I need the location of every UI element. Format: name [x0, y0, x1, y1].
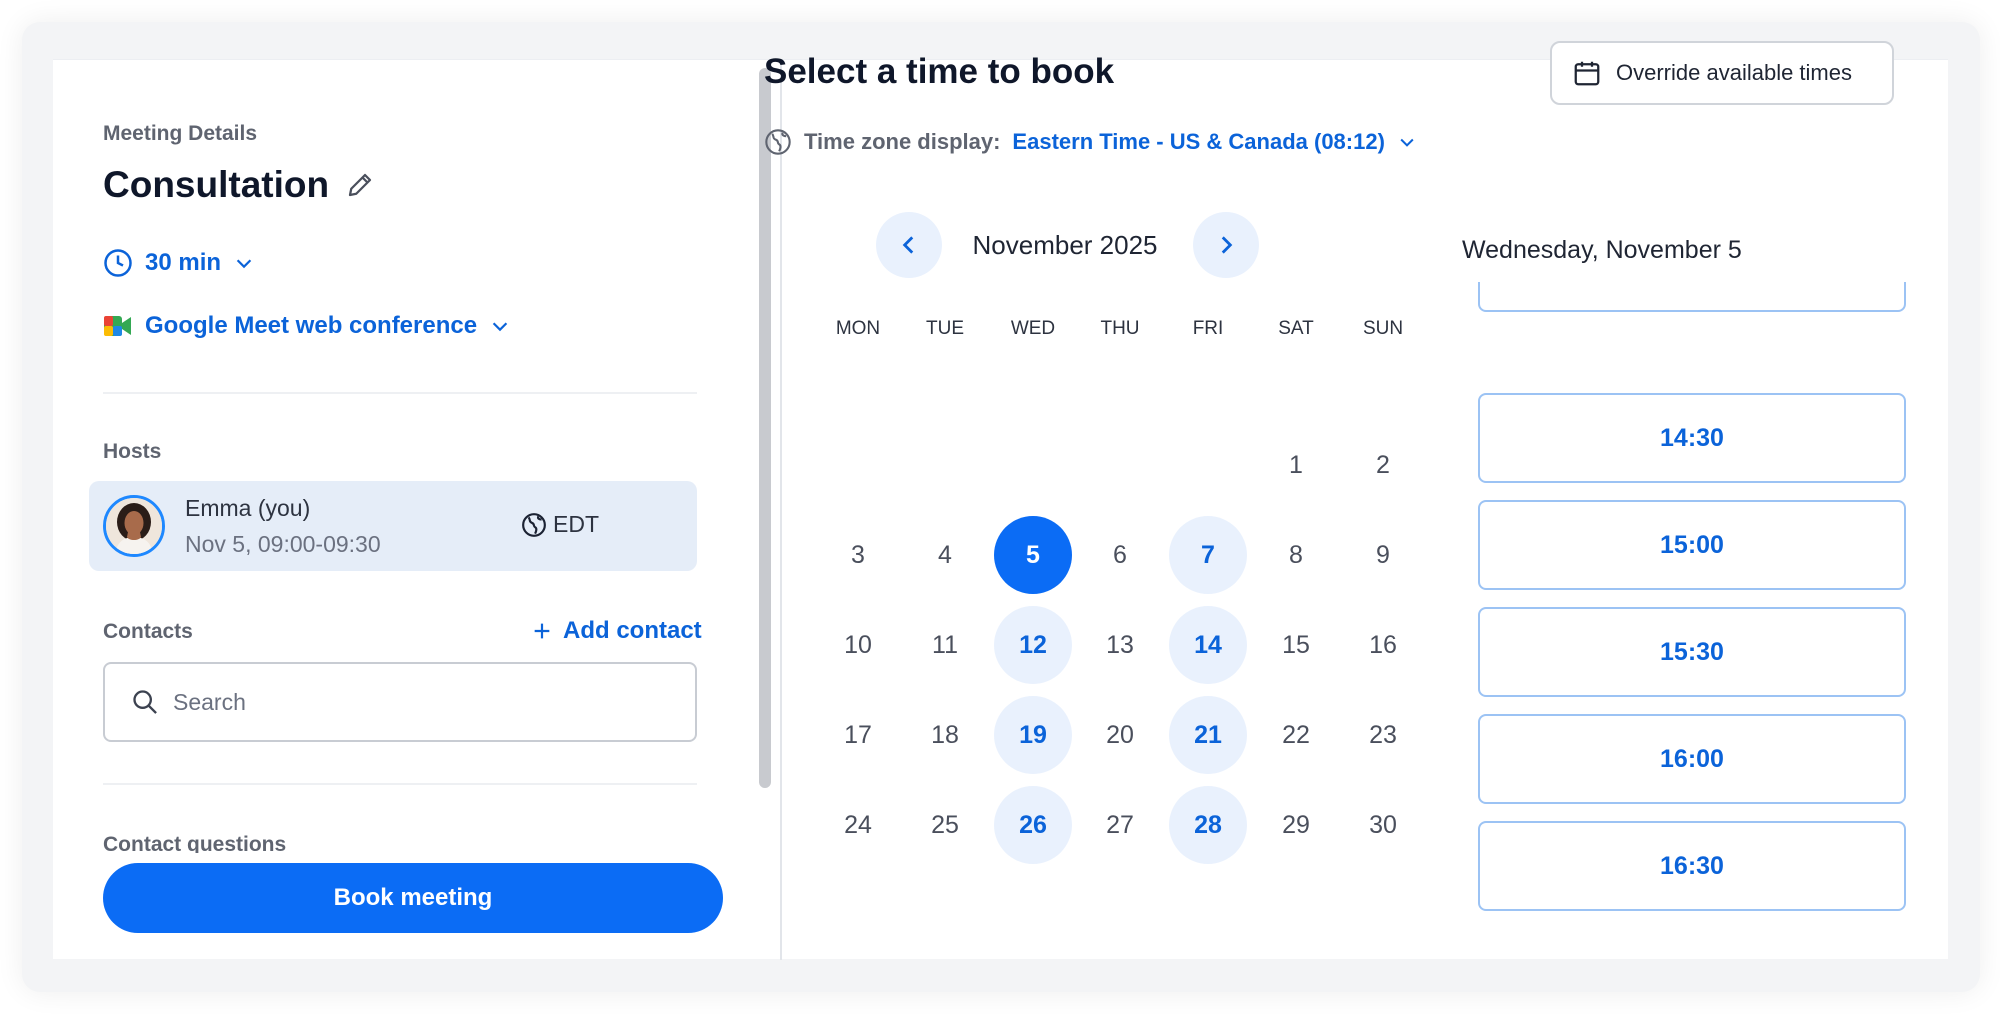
contact-questions-label: Contact questions [103, 833, 287, 853]
search-icon [133, 690, 157, 714]
calendar-day: 1 [1289, 450, 1303, 479]
calendar-day-available[interactable]: 19 [994, 696, 1072, 774]
google-meet-icon [104, 316, 131, 336]
weekday-label: FRI [1192, 318, 1224, 339]
timezone-label: Time zone display: [804, 129, 1001, 154]
override-times-button[interactable]: Override available times [1550, 41, 1894, 105]
chevron-left-icon [902, 236, 914, 254]
host-card[interactable]: Emma (you) Nov 5, 09:00-09:30 EDT [89, 481, 697, 571]
meeting-title: Consultation [103, 164, 375, 206]
calendar-day: 15 [1282, 630, 1310, 659]
time-slot-button[interactable]: 14:30 [1478, 393, 1906, 483]
calendar-day: 9 [1376, 540, 1390, 569]
time-slot-button[interactable]: 16:30 [1478, 821, 1906, 911]
time-slot-button[interactable]: 15:30 [1478, 607, 1906, 697]
weekday-label: THU [1100, 318, 1140, 339]
calendar-day: 16 [1369, 630, 1397, 659]
calendar-day-selected[interactable]: 5 [994, 516, 1072, 594]
calendar-day-available[interactable]: 7 [1169, 516, 1247, 594]
divider [103, 392, 697, 394]
scrollbar[interactable] [759, 68, 771, 788]
calendar-day-available[interactable]: 28 [1169, 786, 1247, 864]
time-slot-button[interactable]: 16:00 [1478, 714, 1906, 804]
time-slots-list: 14:30 15:00 15:30 16:00 16:30 [1473, 282, 1909, 913]
host-meeting-time: Nov 5, 09:00-09:30 [185, 531, 381, 557]
chevron-down-icon [492, 322, 508, 332]
calendar-day: 25 [931, 810, 959, 839]
calendar-day: 8 [1289, 540, 1303, 569]
calendar-day: 20 [1106, 720, 1134, 749]
calendar-day: 27 [1106, 810, 1134, 839]
host-timezone: EDT [521, 511, 599, 538]
calendar-day: 3 [851, 540, 865, 569]
globe-icon [765, 129, 791, 155]
conference-dropdown[interactable]: Google Meet web conference [103, 312, 511, 340]
calendar-day-available[interactable]: 14 [1169, 606, 1247, 684]
add-contact-button[interactable]: Add contact [531, 617, 702, 645]
meeting-title-text: Consultation [103, 164, 330, 205]
next-month-button[interactable] [1193, 212, 1259, 278]
divider [103, 783, 697, 785]
time-slot-button[interactable]: 15:00 [1478, 500, 1906, 590]
book-meeting-button[interactable]: Book meeting [103, 863, 723, 933]
calendar-day-available[interactable]: 26 [994, 786, 1072, 864]
chevron-down-icon [236, 259, 252, 269]
duration-dropdown[interactable]: 30 min [103, 248, 255, 278]
globe-icon [522, 512, 546, 537]
override-times-label: Override available times [1616, 60, 1852, 85]
weekday-label: WED [1010, 318, 1056, 339]
calendar-day: 30 [1369, 810, 1397, 839]
calendar-day: 6 [1113, 540, 1127, 569]
weekday-label: SUN [1362, 318, 1404, 339]
calendar-day: 10 [844, 630, 872, 659]
calendar-day: 24 [844, 810, 872, 839]
panel-divider [780, 60, 782, 960]
duration-label: 30 min [145, 249, 222, 276]
weekday-label: SAT [1278, 318, 1314, 339]
avatar [103, 495, 165, 557]
weekday-label: MON [835, 318, 881, 339]
search-placeholder: Search [173, 688, 246, 715]
time-slot-partial[interactable] [1478, 282, 1906, 312]
timezone-row: Time zone display: Eastern Time - US & C… [764, 128, 1417, 156]
weekday-label: TUE [926, 318, 964, 339]
previous-month-button[interactable] [876, 212, 942, 278]
hosts-label: Hosts [103, 440, 162, 463]
plus-icon [534, 623, 550, 639]
booking-title: Select a time to book [764, 52, 1115, 91]
add-contact-label: Add contact [563, 617, 702, 644]
calendar-day-available[interactable]: 21 [1169, 696, 1247, 774]
contacts-label: Contacts [103, 620, 193, 643]
calendar-day: 29 [1282, 810, 1310, 839]
calendar-day: 11 [932, 630, 958, 659]
chevron-right-icon [1221, 236, 1233, 254]
calendar-day: 4 [938, 540, 952, 569]
clock-icon [104, 249, 132, 277]
pencil-icon[interactable] [345, 170, 375, 200]
meeting-details-label: Meeting Details [103, 122, 258, 145]
calendar-day: 2 [1376, 450, 1390, 479]
conference-label: Google Meet web conference [145, 312, 478, 339]
contact-search-input[interactable]: Search [103, 662, 697, 742]
calendar-day: 22 [1282, 720, 1310, 749]
selected-date-heading: Wednesday, November 5 [1462, 236, 1742, 264]
host-timezone-label: EDT [553, 511, 599, 537]
month-label: November 2025 [972, 230, 1158, 260]
calendar-day-available[interactable]: 12 [994, 606, 1072, 684]
calendar-day: 23 [1369, 720, 1397, 749]
calendar-day: 13 [1106, 630, 1134, 659]
calendar-day: 17 [844, 720, 872, 749]
meeting-details-panel: Meeting Details Consultation 30 min Goog… [53, 60, 780, 960]
host-name: Emma (you) [185, 495, 311, 521]
chevron-down-icon[interactable] [1397, 132, 1417, 152]
timezone-dropdown[interactable]: Eastern Time - US & Canada (08:12) [1012, 129, 1385, 155]
calendar-day: 18 [931, 720, 959, 749]
calendar-icon [1574, 61, 1600, 86]
